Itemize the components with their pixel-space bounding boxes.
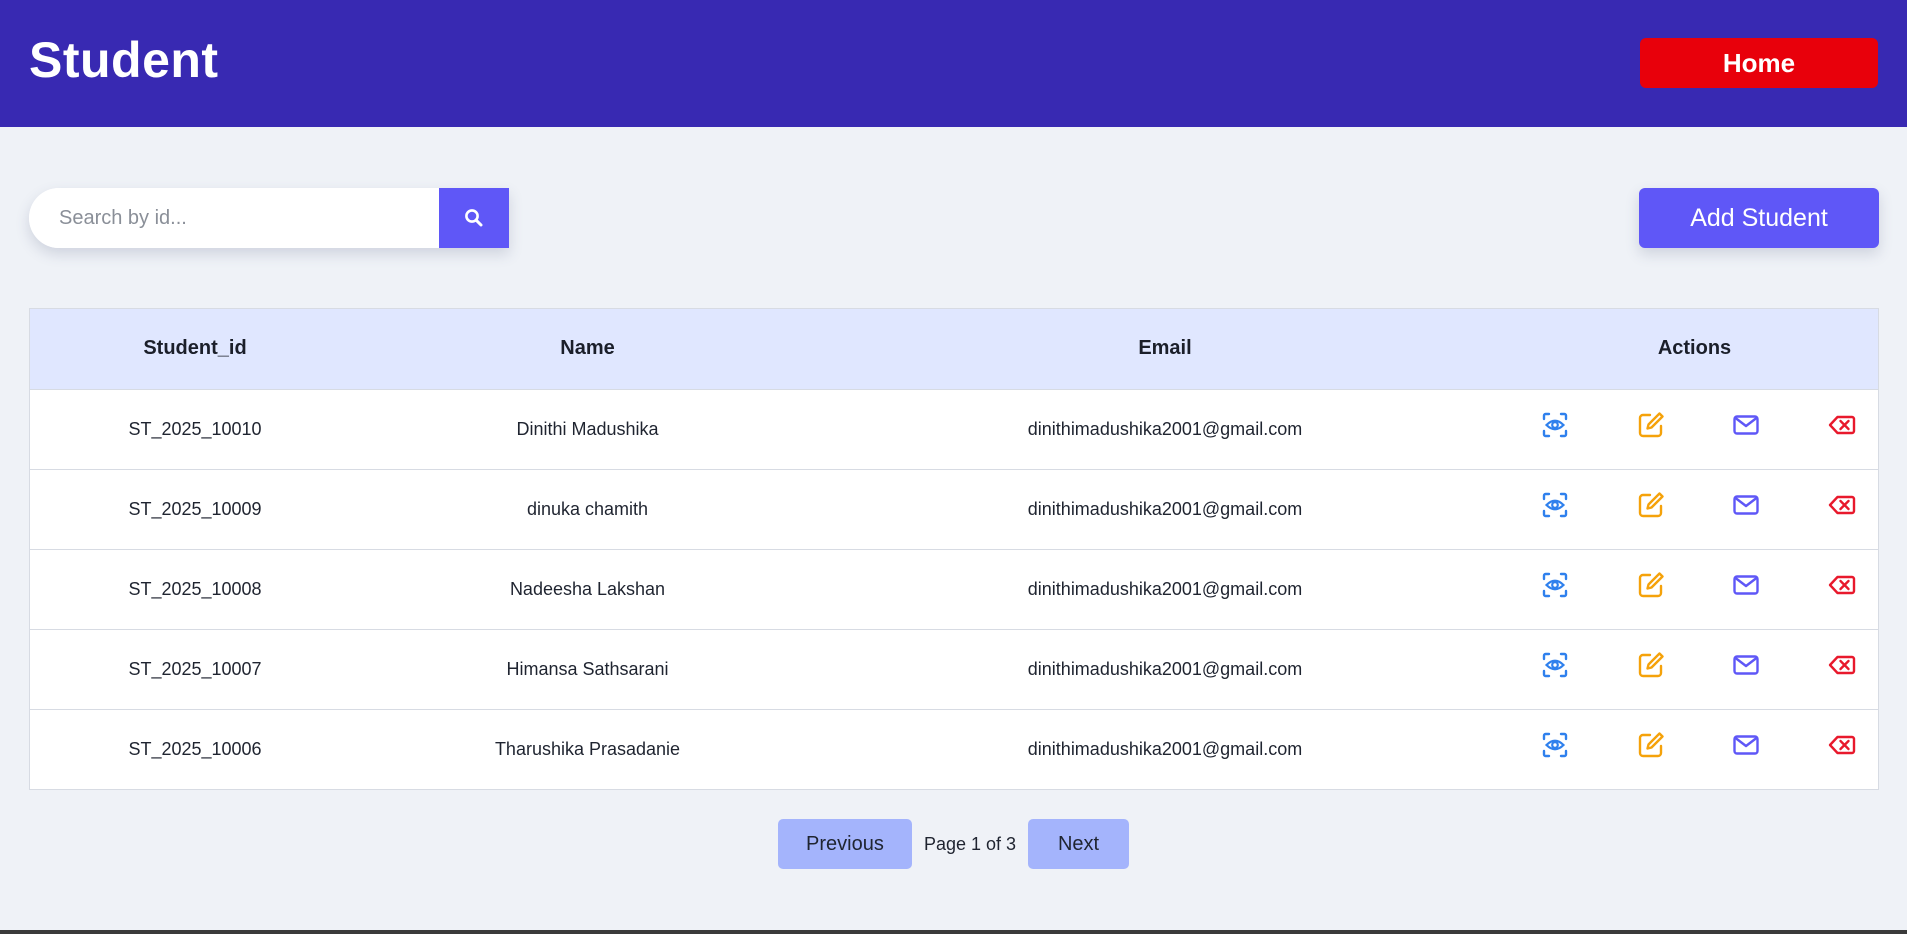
column-header-student-id: Student_id xyxy=(143,337,247,360)
home-button[interactable]: Home xyxy=(1640,38,1878,88)
mail-icon xyxy=(1731,410,1761,440)
previous-button[interactable]: Previous xyxy=(777,819,912,869)
pagination: Previous Page 1 of 3 Next xyxy=(0,819,1907,869)
app-window: Student Home Add Student Stud xyxy=(0,0,1907,930)
student-email-cell: dinithimadushika2001@gmail.com xyxy=(1027,738,1303,759)
view-icon xyxy=(1540,490,1570,520)
column-header-actions-label: Actions xyxy=(1657,337,1732,360)
student-name-cell: dinuka chamith xyxy=(526,498,649,519)
mail-button[interactable] xyxy=(1726,645,1766,685)
student-name-cell: Himansa Sathsarani xyxy=(506,658,669,679)
table-row: ST_2025_10009 dinuka chamith dinithimadush… xyxy=(30,469,1878,549)
actions-cell xyxy=(1515,709,1878,789)
mail-button[interactable] xyxy=(1726,725,1766,765)
view-button[interactable] xyxy=(1535,645,1575,685)
table-row: ST_2025_10007 Himansa Sathsarani dinithima… xyxy=(30,629,1878,709)
search-input[interactable] xyxy=(29,188,439,248)
mail-icon xyxy=(1731,650,1761,680)
view-icon xyxy=(1540,650,1570,680)
column-header-actions: Actions xyxy=(1515,309,1878,389)
mail-icon xyxy=(1731,730,1761,760)
table-header-row: Student_id Name Email Actions xyxy=(30,309,1878,389)
view-icon xyxy=(1540,730,1570,760)
delete-icon xyxy=(1827,490,1857,520)
view-button[interactable] xyxy=(1535,725,1575,765)
student-email-cell: dinithimadushika2001@gmail.com xyxy=(1027,418,1303,439)
delete-icon xyxy=(1827,410,1857,440)
actions-cell xyxy=(1515,469,1878,549)
edit-icon xyxy=(1636,490,1666,520)
next-button[interactable]: Next xyxy=(1028,819,1130,869)
mail-button[interactable] xyxy=(1726,485,1766,525)
table-row: ST_2025_10010 Dinithi Madushika dinithimad… xyxy=(30,389,1878,469)
column-header-name: Name xyxy=(560,337,615,360)
student-email-cell: dinithimadushika2001@gmail.com xyxy=(1027,658,1303,679)
edit-icon xyxy=(1636,730,1666,760)
table-row: ST_2025_10008 Nadeesha Lakshan dinithimadu… xyxy=(30,549,1878,629)
delete-button[interactable] xyxy=(1822,485,1862,525)
edit-button[interactable] xyxy=(1631,565,1671,605)
page-title: Student xyxy=(29,32,219,88)
header-bar: Student Home xyxy=(0,0,1907,127)
mail-button[interactable] xyxy=(1726,565,1766,605)
delete-button[interactable] xyxy=(1822,725,1862,765)
edit-icon xyxy=(1636,650,1666,680)
mail-icon xyxy=(1731,490,1761,520)
edit-button[interactable] xyxy=(1631,485,1671,525)
delete-button[interactable] xyxy=(1822,565,1862,605)
search-button[interactable] xyxy=(439,188,509,248)
student-id-cell: ST_2025_10009 xyxy=(128,498,262,519)
student-id-cell: ST_2025_10006 xyxy=(128,738,262,759)
view-icon xyxy=(1540,570,1570,600)
edit-button[interactable] xyxy=(1631,405,1671,445)
page-indicator: Page 1 of 3 xyxy=(923,833,1017,854)
view-button[interactable] xyxy=(1535,485,1575,525)
delete-icon xyxy=(1827,650,1857,680)
student-email-cell: dinithimadushika2001@gmail.com xyxy=(1027,498,1303,519)
search-icon xyxy=(464,208,484,228)
edit-icon xyxy=(1636,570,1666,600)
view-button[interactable] xyxy=(1535,405,1575,445)
edit-icon xyxy=(1636,410,1666,440)
student-id-cell: ST_2025_10007 xyxy=(128,658,262,679)
students-table: Student_id Name Email Actions ST_2025_10… xyxy=(29,308,1879,790)
delete-icon xyxy=(1827,730,1857,760)
search-bar xyxy=(29,188,509,248)
mail-button[interactable] xyxy=(1726,405,1766,445)
delete-button[interactable] xyxy=(1822,405,1862,445)
mail-icon xyxy=(1731,570,1761,600)
delete-button[interactable] xyxy=(1822,645,1862,685)
view-icon xyxy=(1540,410,1570,440)
view-button[interactable] xyxy=(1535,565,1575,605)
column-header-email: Email xyxy=(1138,337,1192,360)
actions-cell xyxy=(1515,389,1878,469)
edit-button[interactable] xyxy=(1631,645,1671,685)
student-id-cell: ST_2025_10008 xyxy=(128,578,262,599)
actions-cell xyxy=(1515,549,1878,629)
student-email-cell: dinithimadushika2001@gmail.com xyxy=(1027,578,1303,599)
student-id-cell: ST_2025_10010 xyxy=(128,418,262,439)
edit-button[interactable] xyxy=(1631,725,1671,765)
delete-icon xyxy=(1827,570,1857,600)
student-name-cell: Nadeesha Lakshan xyxy=(509,578,666,599)
student-name-cell: Tharushika Prasadanie xyxy=(494,738,681,759)
add-student-button[interactable]: Add Student xyxy=(1639,188,1879,248)
student-name-cell: Dinithi Madushika xyxy=(516,418,659,439)
table-row: ST_2025_10006 Tharushika Prasadanie dinith… xyxy=(30,709,1878,789)
actions-cell xyxy=(1515,629,1878,709)
